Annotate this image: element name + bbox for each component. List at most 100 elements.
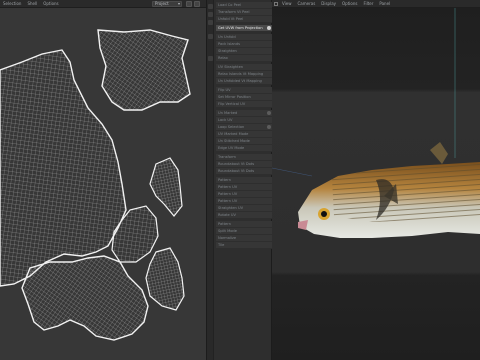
tool-button[interactable]: Un Marked [216,110,272,117]
uv-shell-fin-3[interactable] [145,247,185,311]
tool-button-label: Load Co Peel [218,3,242,7]
options-icon[interactable] [267,125,271,129]
tool-button[interactable]: Normalize [216,235,272,242]
menu-shell[interactable]: Shell [27,1,37,6]
tool-button-label: Pattern [218,222,231,226]
viewport-menubar: View Cameras Display Options Filter Pane… [272,0,480,8]
options-icon[interactable] [267,111,271,115]
tool-group: Transform Roundabout Vt Dots Roundabout Vt… [216,154,272,175]
tool-button[interactable]: Pattern [216,221,272,228]
tool-button[interactable]: Un Stitched Mode [216,138,272,145]
tool-button-label: Roundabout Vt Dots [218,162,255,166]
tool-button-label: Flip UV [218,88,231,92]
menu-filter[interactable]: Filter [363,1,373,6]
tool-button-label: Relax [218,56,228,60]
tool-group: UV Straighten Relax Islands Vt Mapping Un … [216,64,272,85]
select-icon[interactable] [208,34,213,39]
tool-button[interactable]: UV Straighten [216,64,272,71]
tool-button[interactable]: Get UVW from Projection [216,25,272,32]
tool-button-label: Unfold Vt Peel [218,17,244,21]
rotate-icon[interactable] [208,12,213,17]
tool-group: Flip UV Set Mirror Position Flip Vertical … [216,87,272,108]
tool-button[interactable]: UV Marked Mode [216,131,272,138]
uv-shell-head[interactable] [97,29,191,111]
projection-dropdown[interactable]: Project ▾ [152,1,182,7]
menu-panel[interactable]: Panel [379,1,390,6]
tool-button[interactable]: Roundabout Vt Dots [216,168,272,175]
tool-button[interactable]: Pack Islands [216,41,272,48]
tool-button-label: Loop Selection [218,125,245,129]
tool-button[interactable]: Straighten [216,48,272,55]
grid-icon[interactable] [186,1,192,7]
tool-button[interactable]: Unfold Vt Peel [216,16,272,23]
tool-button[interactable]: Relax Islands Vt Mapping [216,71,272,78]
uv-canvas[interactable] [0,8,206,360]
menu-selection[interactable]: Selection [3,1,21,6]
settings-icon[interactable] [194,1,200,7]
tool-group: Un Unfold Pack Islands Straighten Relax [216,34,272,62]
tool-button-label: Straighten UV [218,206,244,210]
menu-options[interactable]: Options [342,1,357,6]
tool-group: Pattern Split Mode Normalize Tile [216,221,272,249]
tool-button[interactable]: Roundabout Vt Dots [216,161,272,168]
tool-button[interactable]: Pattern UV [216,184,272,191]
tool-button[interactable]: Lock UV [216,117,272,124]
tool-button-label: Un Marked [218,111,238,115]
uv-icon[interactable] [208,56,213,61]
tool-button-label: Un Unfolded Vt Mapping [218,79,262,83]
3d-viewport[interactable]: View Cameras Display Options Filter Pane… [272,0,480,360]
tool-button[interactable]: Loop Selection [216,124,272,131]
viewport-scene[interactable] [272,8,480,360]
tool-button[interactable]: Split Mode [216,228,272,235]
scale-icon[interactable] [208,20,213,25]
tool-panel: Load Co Peel Transform Vt Peel Unfold Vt P… [206,0,272,360]
tool-group: Get UVW from Projection [216,25,272,32]
uv-shell-tail[interactable] [21,255,149,341]
tool-button[interactable]: Relax [216,55,272,62]
tool-button[interactable]: Pattern [216,177,272,184]
chevron-down-icon: ▾ [177,1,180,6]
tool-button-label: Transform [218,155,236,159]
tool-button-label: Pattern UV [218,199,238,203]
tool-button-label: Lock UV [218,118,233,122]
tool-button[interactable]: Load Co Peel [216,2,272,9]
tool-button[interactable]: Tile [216,242,272,249]
projection-dropdown-value: Project [155,1,169,6]
tool-button[interactable]: Transform Vt Peel [216,9,272,16]
fish-pupil [321,211,327,217]
tool-button-label: Un Unfold [218,35,236,39]
tool-group: Load Co Peel Transform Vt Peel Unfold Vt P… [216,2,272,23]
tool-button[interactable]: Flip UV [216,87,272,94]
tool-button-label: Normalize [218,236,237,240]
tool-button[interactable]: Pattern UV [216,198,272,205]
menu-view[interactable]: View [282,1,292,6]
viewport-menu-icon[interactable] [274,2,278,6]
tool-button-label: Transform Vt Peel [218,10,250,14]
tool-button[interactable]: Transform [216,154,272,161]
tool-button[interactable]: Un Unfold [216,34,272,41]
menu-options[interactable]: Options [43,1,58,6]
tool-button[interactable]: Edge UV Mode [216,145,272,152]
menu-display[interactable]: Display [321,1,336,6]
tool-button-label: Pattern [218,178,231,182]
move-icon[interactable] [208,4,213,9]
tool-button[interactable]: Un Unfolded Vt Mapping [216,78,272,85]
tool-button[interactable]: Flip Vertical UV [216,101,272,108]
tool-button[interactable]: Straighten UV [216,205,272,212]
tool-button[interactable]: Pattern UV [216,191,272,198]
options-icon[interactable] [267,26,271,30]
uv-editor-pane: Selection Shell Options Project ▾ [0,0,206,360]
tool-button-label: Edge UV Mode [218,146,245,150]
tool-button[interactable]: Set Mirror Position [216,94,272,101]
tool-button-label: Straighten [218,49,237,53]
tool-button[interactable]: Rotate UV [216,212,272,219]
menu-cameras[interactable]: Cameras [298,1,316,6]
tool-button-label: Roundabout Vt Dots [218,169,255,173]
tool-button-label: UV Marked Mode [218,132,249,136]
uv-shell-fin-1[interactable] [149,157,183,217]
tool-list: Load Co Peel Transform Vt Peel Unfold Vt P… [216,2,272,251]
tool-button-label: Pattern UV [218,185,238,189]
tool-button-label: Pack Islands [218,42,240,46]
tool-group: Pattern Pattern UV Pattern UV Pattern UV Str… [216,177,272,219]
tool-button-label: Split Mode [218,229,237,233]
